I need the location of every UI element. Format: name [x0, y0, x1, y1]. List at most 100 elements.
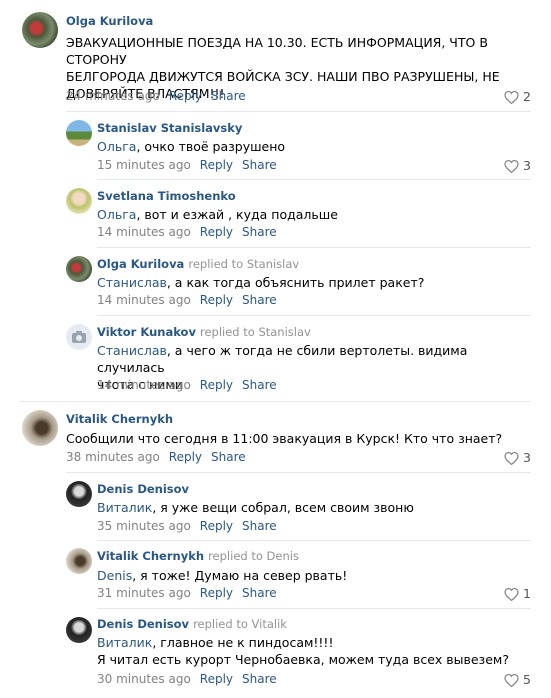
- like-button[interactable]: 2: [504, 89, 531, 105]
- timestamp[interactable]: 14 minutes ago: [97, 378, 191, 392]
- share-link[interactable]: Share: [211, 450, 246, 464]
- avatar[interactable]: [66, 481, 92, 507]
- timestamp[interactable]: 24 minutes ago: [66, 89, 160, 103]
- like-count: 3: [523, 450, 531, 465]
- like-count: 2: [523, 89, 531, 104]
- divider: [66, 472, 531, 473]
- avatar[interactable]: [66, 548, 92, 574]
- share-link[interactable]: Share: [242, 672, 277, 686]
- replied-to[interactable]: replied to Denis: [208, 549, 299, 563]
- avatar[interactable]: [22, 410, 58, 446]
- timestamp[interactable]: 38 minutes ago: [66, 450, 160, 464]
- reply-link[interactable]: Reply: [169, 89, 202, 103]
- like-button[interactable]: 3: [504, 450, 531, 466]
- author-name[interactable]: Stanislav Stanislavsky: [97, 121, 242, 135]
- avatar[interactable]: [66, 324, 92, 350]
- divider: [97, 608, 531, 609]
- divider: [97, 540, 531, 541]
- comment-text: Станислав, а как тогда объяснить прилет …: [97, 274, 424, 291]
- comment-line: БЕЛГОРОДА ДВИЖУТСЯ ВОЙСКА ЗСУ. НАШИ ПВО …: [66, 69, 500, 84]
- like-button[interactable]: 3: [504, 158, 531, 174]
- avatar[interactable]: [66, 617, 92, 643]
- share-link[interactable]: Share: [242, 519, 277, 533]
- author-name[interactable]: Vitalik Chernykh: [66, 412, 173, 426]
- heart-icon: [504, 159, 519, 174]
- comment-meta: 14 minutes ago Reply Share: [97, 378, 277, 392]
- heart-icon: [504, 90, 519, 105]
- comment-meta: 31 minutes ago Reply Share: [97, 586, 277, 600]
- divider: [97, 179, 531, 180]
- replied-to[interactable]: replied to Stanislav: [188, 257, 299, 271]
- timestamp[interactable]: 35 minutes ago: [97, 519, 191, 533]
- replied-to[interactable]: replied to Vitalik: [193, 617, 287, 631]
- timestamp[interactable]: 30 minutes ago: [97, 672, 191, 686]
- reply-address[interactable]: Denis: [97, 568, 132, 583]
- share-link[interactable]: Share: [242, 158, 277, 172]
- comment-meta: 35 minutes ago Reply Share: [97, 519, 277, 533]
- share-link[interactable]: Share: [242, 378, 277, 392]
- comment-meta: 24 minutes ago Reply Share: [66, 89, 246, 103]
- divider: [97, 315, 531, 316]
- share-link[interactable]: Share: [242, 586, 277, 600]
- reply-address[interactable]: Станислав: [97, 275, 167, 290]
- divider: [20, 401, 531, 402]
- author-name[interactable]: Olga Kurilova: [66, 14, 153, 28]
- reply-link[interactable]: Reply: [200, 672, 233, 686]
- comment-meta: 15 minutes ago Reply Share: [97, 158, 277, 172]
- replied-to[interactable]: replied to Stanislav: [200, 325, 311, 339]
- reply-address[interactable]: Станислав: [97, 343, 167, 358]
- comment-meta: 38 minutes ago Reply Share: [66, 450, 246, 464]
- share-link[interactable]: Share: [211, 89, 246, 103]
- heart-icon: [504, 587, 519, 602]
- reply-address[interactable]: Ольга: [97, 139, 136, 154]
- comment-line: , главное не к пиндосам!!!!: [152, 635, 334, 650]
- author-name-link[interactable]: Olga Kurilova: [97, 257, 184, 271]
- like-button[interactable]: 5: [504, 672, 531, 688]
- timestamp[interactable]: 15 minutes ago: [97, 158, 191, 172]
- comment-line: Я читал есть курорт Чернобаевка, можем т…: [97, 652, 509, 667]
- reply-link[interactable]: Reply: [200, 225, 233, 239]
- timestamp[interactable]: 14 minutes ago: [97, 293, 191, 307]
- like-button[interactable]: 1: [504, 586, 531, 602]
- reply-address[interactable]: Виталик: [97, 500, 152, 515]
- reply-address[interactable]: Ольга: [97, 207, 136, 222]
- comment-line: , я уже вещи собрал, всем своим звоню: [152, 500, 414, 515]
- comment-meta: 30 minutes ago Reply Share: [97, 672, 277, 686]
- author-name-link[interactable]: Denis Denisov: [97, 617, 189, 631]
- author-name[interactable]: Svetlana Timoshenko: [97, 189, 236, 203]
- comment-line: ЭВАКУАЦИОННЫЕ ПОЕЗДА НА 10.30. ЕСТЬ ИНФО…: [66, 35, 488, 67]
- reply-address[interactable]: Виталик: [97, 635, 152, 650]
- avatar[interactable]: [66, 188, 92, 214]
- reply-link[interactable]: Reply: [200, 378, 233, 392]
- share-link[interactable]: Share: [242, 293, 277, 307]
- reply-link[interactable]: Reply: [200, 586, 233, 600]
- comment-text: Сообщили что сегодня в 11:00 эвакуация в…: [66, 430, 502, 447]
- comment-text: Виталик, главное не к пиндосам!!!! Я чит…: [97, 634, 527, 668]
- author-name-link[interactable]: Viktor Kunakov: [97, 325, 196, 339]
- reply-link[interactable]: Reply: [200, 519, 233, 533]
- author-name: Denis Denisov replied to Vitalik: [97, 617, 287, 631]
- like-count: 1: [523, 586, 531, 601]
- timestamp[interactable]: 14 minutes ago: [97, 225, 191, 239]
- heart-icon: [504, 451, 519, 466]
- share-link[interactable]: Share: [242, 225, 277, 239]
- comment-meta: 14 minutes ago Reply Share: [97, 225, 277, 239]
- timestamp[interactable]: 31 minutes ago: [97, 586, 191, 600]
- author-name[interactable]: Denis Denisov: [97, 482, 189, 496]
- reply-link[interactable]: Reply: [200, 293, 233, 307]
- author-name: Viktor Kunakov replied to Stanislav: [97, 325, 311, 339]
- like-count: 5: [523, 672, 531, 687]
- divider: [97, 247, 531, 248]
- author-name: Vitalik Chernykh replied to Denis: [97, 549, 299, 563]
- comment-text: Ольга, вот и езжай , куда подальше: [97, 206, 338, 223]
- avatar[interactable]: [66, 256, 92, 282]
- reply-link[interactable]: Reply: [169, 450, 202, 464]
- avatar[interactable]: [22, 12, 58, 48]
- comment-line: , я тоже! Думаю на север рвать!: [132, 568, 348, 583]
- comment-line: , очко твоё разрушено: [136, 139, 286, 154]
- avatar[interactable]: [66, 120, 92, 146]
- reply-link[interactable]: Reply: [200, 158, 233, 172]
- comments-thread: Olga Kurilova ЭВАКУАЦИОННЫЕ ПОЕЗДА НА 10…: [0, 0, 551, 698]
- comment-text: Denis, я тоже! Думаю на север рвать!: [97, 567, 347, 584]
- author-name-link[interactable]: Vitalik Chernykh: [97, 549, 204, 563]
